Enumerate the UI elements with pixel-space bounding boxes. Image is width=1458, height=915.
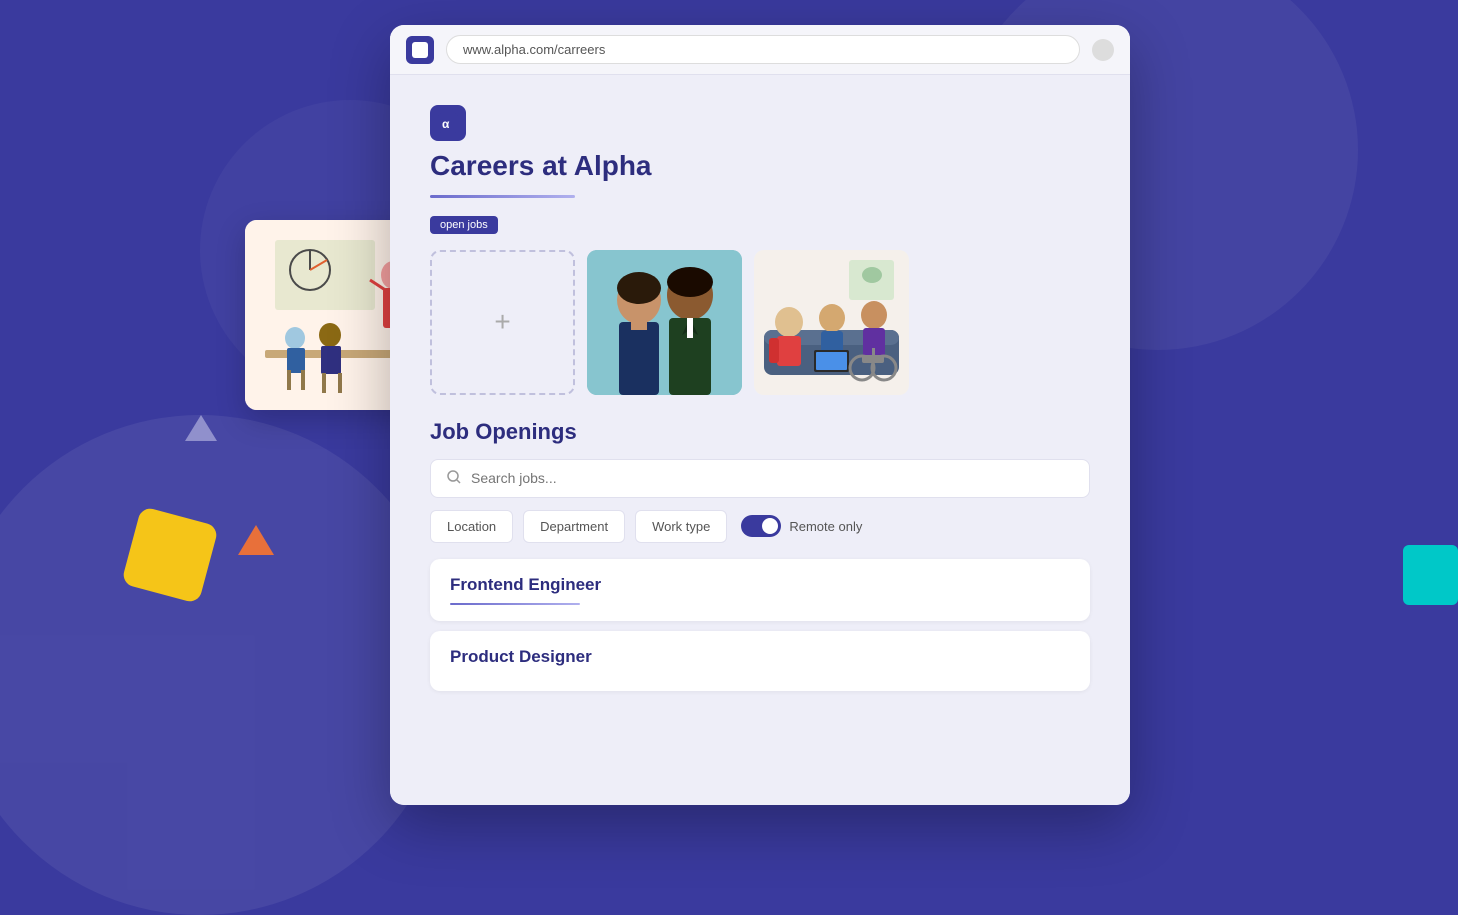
gallery-image-1 bbox=[587, 250, 742, 395]
remote-toggle-area: Remote only bbox=[741, 515, 862, 537]
page-content: α Careers at Alpha open jobs + bbox=[390, 75, 1130, 805]
location-filter[interactable]: Location bbox=[430, 510, 513, 543]
people-portrait-illustration bbox=[587, 250, 742, 395]
logo-area: α Careers at Alpha bbox=[430, 105, 1090, 198]
gallery-image-2 bbox=[754, 250, 909, 395]
svg-text:α: α bbox=[442, 117, 450, 131]
job-card-designer[interactable]: Product Designer bbox=[430, 631, 1090, 691]
open-jobs-badge: open jobs bbox=[430, 216, 498, 234]
address-bar[interactable]: www.alpha.com/carreers bbox=[446, 35, 1080, 64]
browser-favicon bbox=[406, 36, 434, 64]
image-gallery: + bbox=[430, 250, 1090, 395]
filter-row: Location Department Work type Remote onl… bbox=[430, 510, 1090, 543]
job-title-designer: Product Designer bbox=[450, 647, 1070, 667]
browser-window: www.alpha.com/carreers α Careers at Alph… bbox=[390, 25, 1130, 805]
title-underline bbox=[430, 195, 575, 198]
department-filter[interactable]: Department bbox=[523, 510, 625, 543]
search-input[interactable] bbox=[471, 470, 1073, 486]
remote-toggle[interactable] bbox=[741, 515, 781, 537]
alpha-logo-icon: α bbox=[438, 113, 458, 133]
gallery-add-button[interactable]: + bbox=[430, 250, 575, 395]
job-card-frontend[interactable]: Frontend Engineer bbox=[430, 559, 1090, 621]
job-openings-title: Job Openings bbox=[430, 419, 1090, 445]
page-title: Careers at Alpha bbox=[430, 149, 1090, 183]
bg-decoration-1 bbox=[0, 415, 450, 915]
remote-label: Remote only bbox=[789, 519, 862, 534]
plus-icon: + bbox=[494, 306, 510, 338]
job-search-box[interactable] bbox=[430, 459, 1090, 498]
browser-menu-dot bbox=[1092, 39, 1114, 61]
job-title-frontend: Frontend Engineer bbox=[450, 575, 1070, 595]
favicon-inner bbox=[412, 42, 428, 58]
job-title-underline-frontend bbox=[450, 603, 580, 605]
purple-triangle-icon bbox=[185, 415, 217, 441]
teal-rect-decoration bbox=[1403, 545, 1458, 605]
browser-toolbar: www.alpha.com/carreers bbox=[390, 25, 1130, 75]
alpha-logo: α bbox=[430, 105, 466, 141]
orange-triangle-icon bbox=[238, 525, 274, 555]
office-team-illustration bbox=[754, 250, 909, 395]
toggle-knob bbox=[762, 518, 778, 534]
work-type-filter[interactable]: Work type bbox=[635, 510, 727, 543]
search-icon bbox=[447, 470, 461, 487]
